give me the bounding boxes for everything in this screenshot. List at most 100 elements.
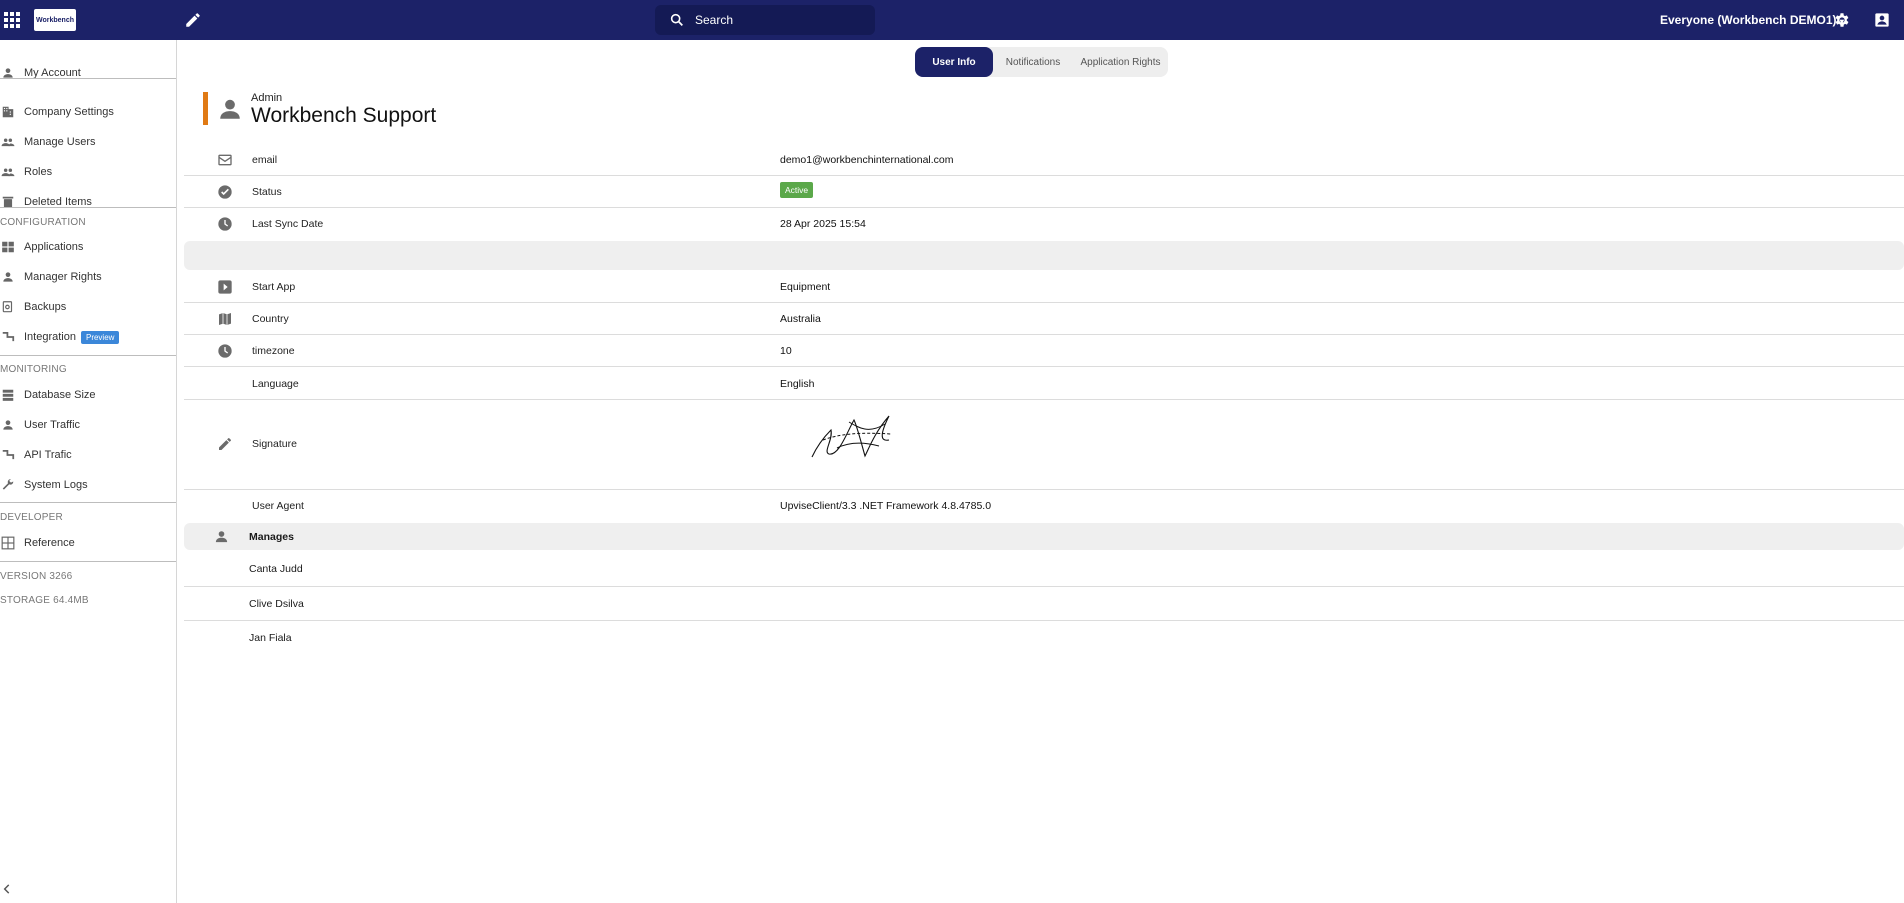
section-heading-developer: DEVELOPER xyxy=(0,512,63,523)
detail-label: email xyxy=(252,154,278,166)
sidebar-item-label: Roles xyxy=(24,166,53,178)
detail-row-signature: Signature xyxy=(184,400,1904,490)
sidebar-item-user-traffic[interactable]: User Traffic xyxy=(0,412,176,438)
sidebar-item-my-account[interactable]: My Account xyxy=(0,60,176,86)
sidebar-divider xyxy=(0,355,176,356)
detail-value[interactable]: demo1@workbenchinternational.com xyxy=(780,154,954,166)
person-icon xyxy=(217,96,243,127)
sidebar-item-reference[interactable]: Reference xyxy=(0,530,176,556)
sidebar-item-roles[interactable]: Roles xyxy=(0,159,176,185)
windows-icon xyxy=(0,239,16,255)
profile-card-icon[interactable] xyxy=(1874,12,1890,33)
map-icon xyxy=(219,313,231,325)
company-logo[interactable]: Workbench xyxy=(34,9,76,31)
tab-bar: User Info Notifications Application Righ… xyxy=(915,47,1168,77)
sidebar-item-label: Integration xyxy=(24,331,76,343)
search-placeholder: Search xyxy=(695,13,734,27)
search-icon xyxy=(670,13,683,26)
detail-row-user-agent: User Agent UpviseClient/3.3 .NET Framewo… xyxy=(184,490,1904,523)
list-item[interactable]: Jan Fiala xyxy=(184,621,1904,655)
check-circle-icon xyxy=(218,185,232,199)
version-label: VERSION 3266 xyxy=(0,571,73,582)
manages-heading: Manages xyxy=(249,531,294,543)
apps-grid-icon[interactable] xyxy=(4,12,20,28)
status-badge: Active xyxy=(780,182,814,198)
detail-value: Australia xyxy=(780,313,821,325)
person-icon xyxy=(0,417,16,433)
list-item[interactable]: Clive Dsilva xyxy=(184,587,1904,621)
sidebar-item-deleted-items[interactable]: Deleted Items xyxy=(0,189,176,215)
tab-user-info[interactable]: User Info xyxy=(915,47,993,77)
detail-value: English xyxy=(780,378,815,390)
preview-badge: Preview xyxy=(80,330,120,344)
sidebar-item-label: Reference xyxy=(24,537,75,549)
list-item[interactable]: Canta Judd xyxy=(184,552,1904,587)
pencil-icon xyxy=(219,437,232,450)
group-selector[interactable]: Everyone (Workbench DEMO1) ▾ xyxy=(1660,13,1844,27)
section-spacer xyxy=(184,241,1904,270)
tab-application-rights[interactable]: Application Rights xyxy=(1073,47,1168,77)
sidebar: My Account Company Settings Manage Users… xyxy=(0,40,177,903)
manages-header: Manages xyxy=(184,523,1904,550)
signature-image xyxy=(811,415,892,458)
building-icon xyxy=(0,104,16,120)
person-icon xyxy=(215,531,228,543)
route-icon xyxy=(0,447,16,463)
grid-icon xyxy=(0,535,16,551)
section-heading-configuration: CONFIGURATION xyxy=(0,217,86,228)
sidebar-divider xyxy=(0,561,176,562)
route-icon xyxy=(0,329,16,345)
sidebar-item-manager-rights[interactable]: Manager Rights xyxy=(0,264,176,290)
mail-icon xyxy=(218,154,232,166)
people-icon xyxy=(0,164,16,180)
detail-label: Status xyxy=(252,186,282,198)
clock-icon xyxy=(218,217,232,231)
accent-bar xyxy=(203,92,208,125)
detail-label: Start App xyxy=(252,281,296,293)
sidebar-item-label: Backups xyxy=(24,301,67,313)
sidebar-item-label: API Trafic xyxy=(24,449,72,461)
sidebar-divider xyxy=(0,207,176,208)
gear-icon[interactable] xyxy=(1833,11,1851,34)
sidebar-item-company-settings[interactable]: Company Settings xyxy=(0,99,176,125)
sidebar-divider xyxy=(0,502,176,503)
detail-value: Equipment xyxy=(780,281,831,293)
sidebar-item-label: Company Settings xyxy=(24,106,114,118)
sidebar-item-system-logs[interactable]: System Logs xyxy=(0,472,176,498)
backup-icon xyxy=(0,299,16,315)
detail-label: Signature xyxy=(252,438,297,450)
detail-row-last-sync: Last Sync Date 28 Apr 2025 15:54 xyxy=(184,208,1904,241)
tab-notifications[interactable]: Notifications xyxy=(993,47,1073,77)
sidebar-item-manage-users[interactable]: Manage Users xyxy=(0,129,176,155)
sidebar-item-label: System Logs xyxy=(24,479,88,491)
detail-row-status: Status Active xyxy=(184,176,1904,208)
detail-label: User Agent xyxy=(252,500,304,512)
detail-label: timezone xyxy=(252,345,295,357)
sidebar-item-label: Applications xyxy=(24,241,84,253)
top-bar: Workbench Search Everyone (Workbench DEM… xyxy=(0,0,1904,40)
sidebar-item-database-size[interactable]: Database Size xyxy=(0,382,176,408)
wrench-icon xyxy=(0,477,16,493)
storage-label: STORAGE 64.4MB xyxy=(0,595,89,606)
managed-user-name: Jan Fiala xyxy=(249,632,292,644)
detail-label: Country xyxy=(252,313,289,325)
person-icon xyxy=(0,269,16,285)
sidebar-item-api-trafic[interactable]: API Trafic xyxy=(0,442,176,468)
detail-row-start-app: Start App Equipment xyxy=(184,270,1904,303)
people-icon xyxy=(0,134,16,150)
managed-user-name: Clive Dsilva xyxy=(249,598,304,610)
section-heading-monitoring: MONITORING xyxy=(0,364,67,375)
detail-label: Language xyxy=(252,378,299,390)
sidebar-item-applications[interactable]: Applications xyxy=(0,234,176,260)
edit-icon[interactable] xyxy=(184,11,202,29)
detail-value: 10 xyxy=(780,345,792,357)
sidebar-item-integration[interactable]: Integration Preview xyxy=(0,324,176,350)
detail-row-country: Country Australia xyxy=(184,303,1904,335)
detail-label: Last Sync Date xyxy=(252,218,324,230)
user-role: Admin xyxy=(251,92,283,104)
sidebar-item-label: Manage Users xyxy=(24,136,96,148)
sidebar-item-label: Manager Rights xyxy=(24,271,102,283)
sidebar-item-backups[interactable]: Backups xyxy=(0,294,176,320)
collapse-sidebar-icon[interactable] xyxy=(0,882,18,900)
search-input[interactable]: Search xyxy=(655,5,875,35)
